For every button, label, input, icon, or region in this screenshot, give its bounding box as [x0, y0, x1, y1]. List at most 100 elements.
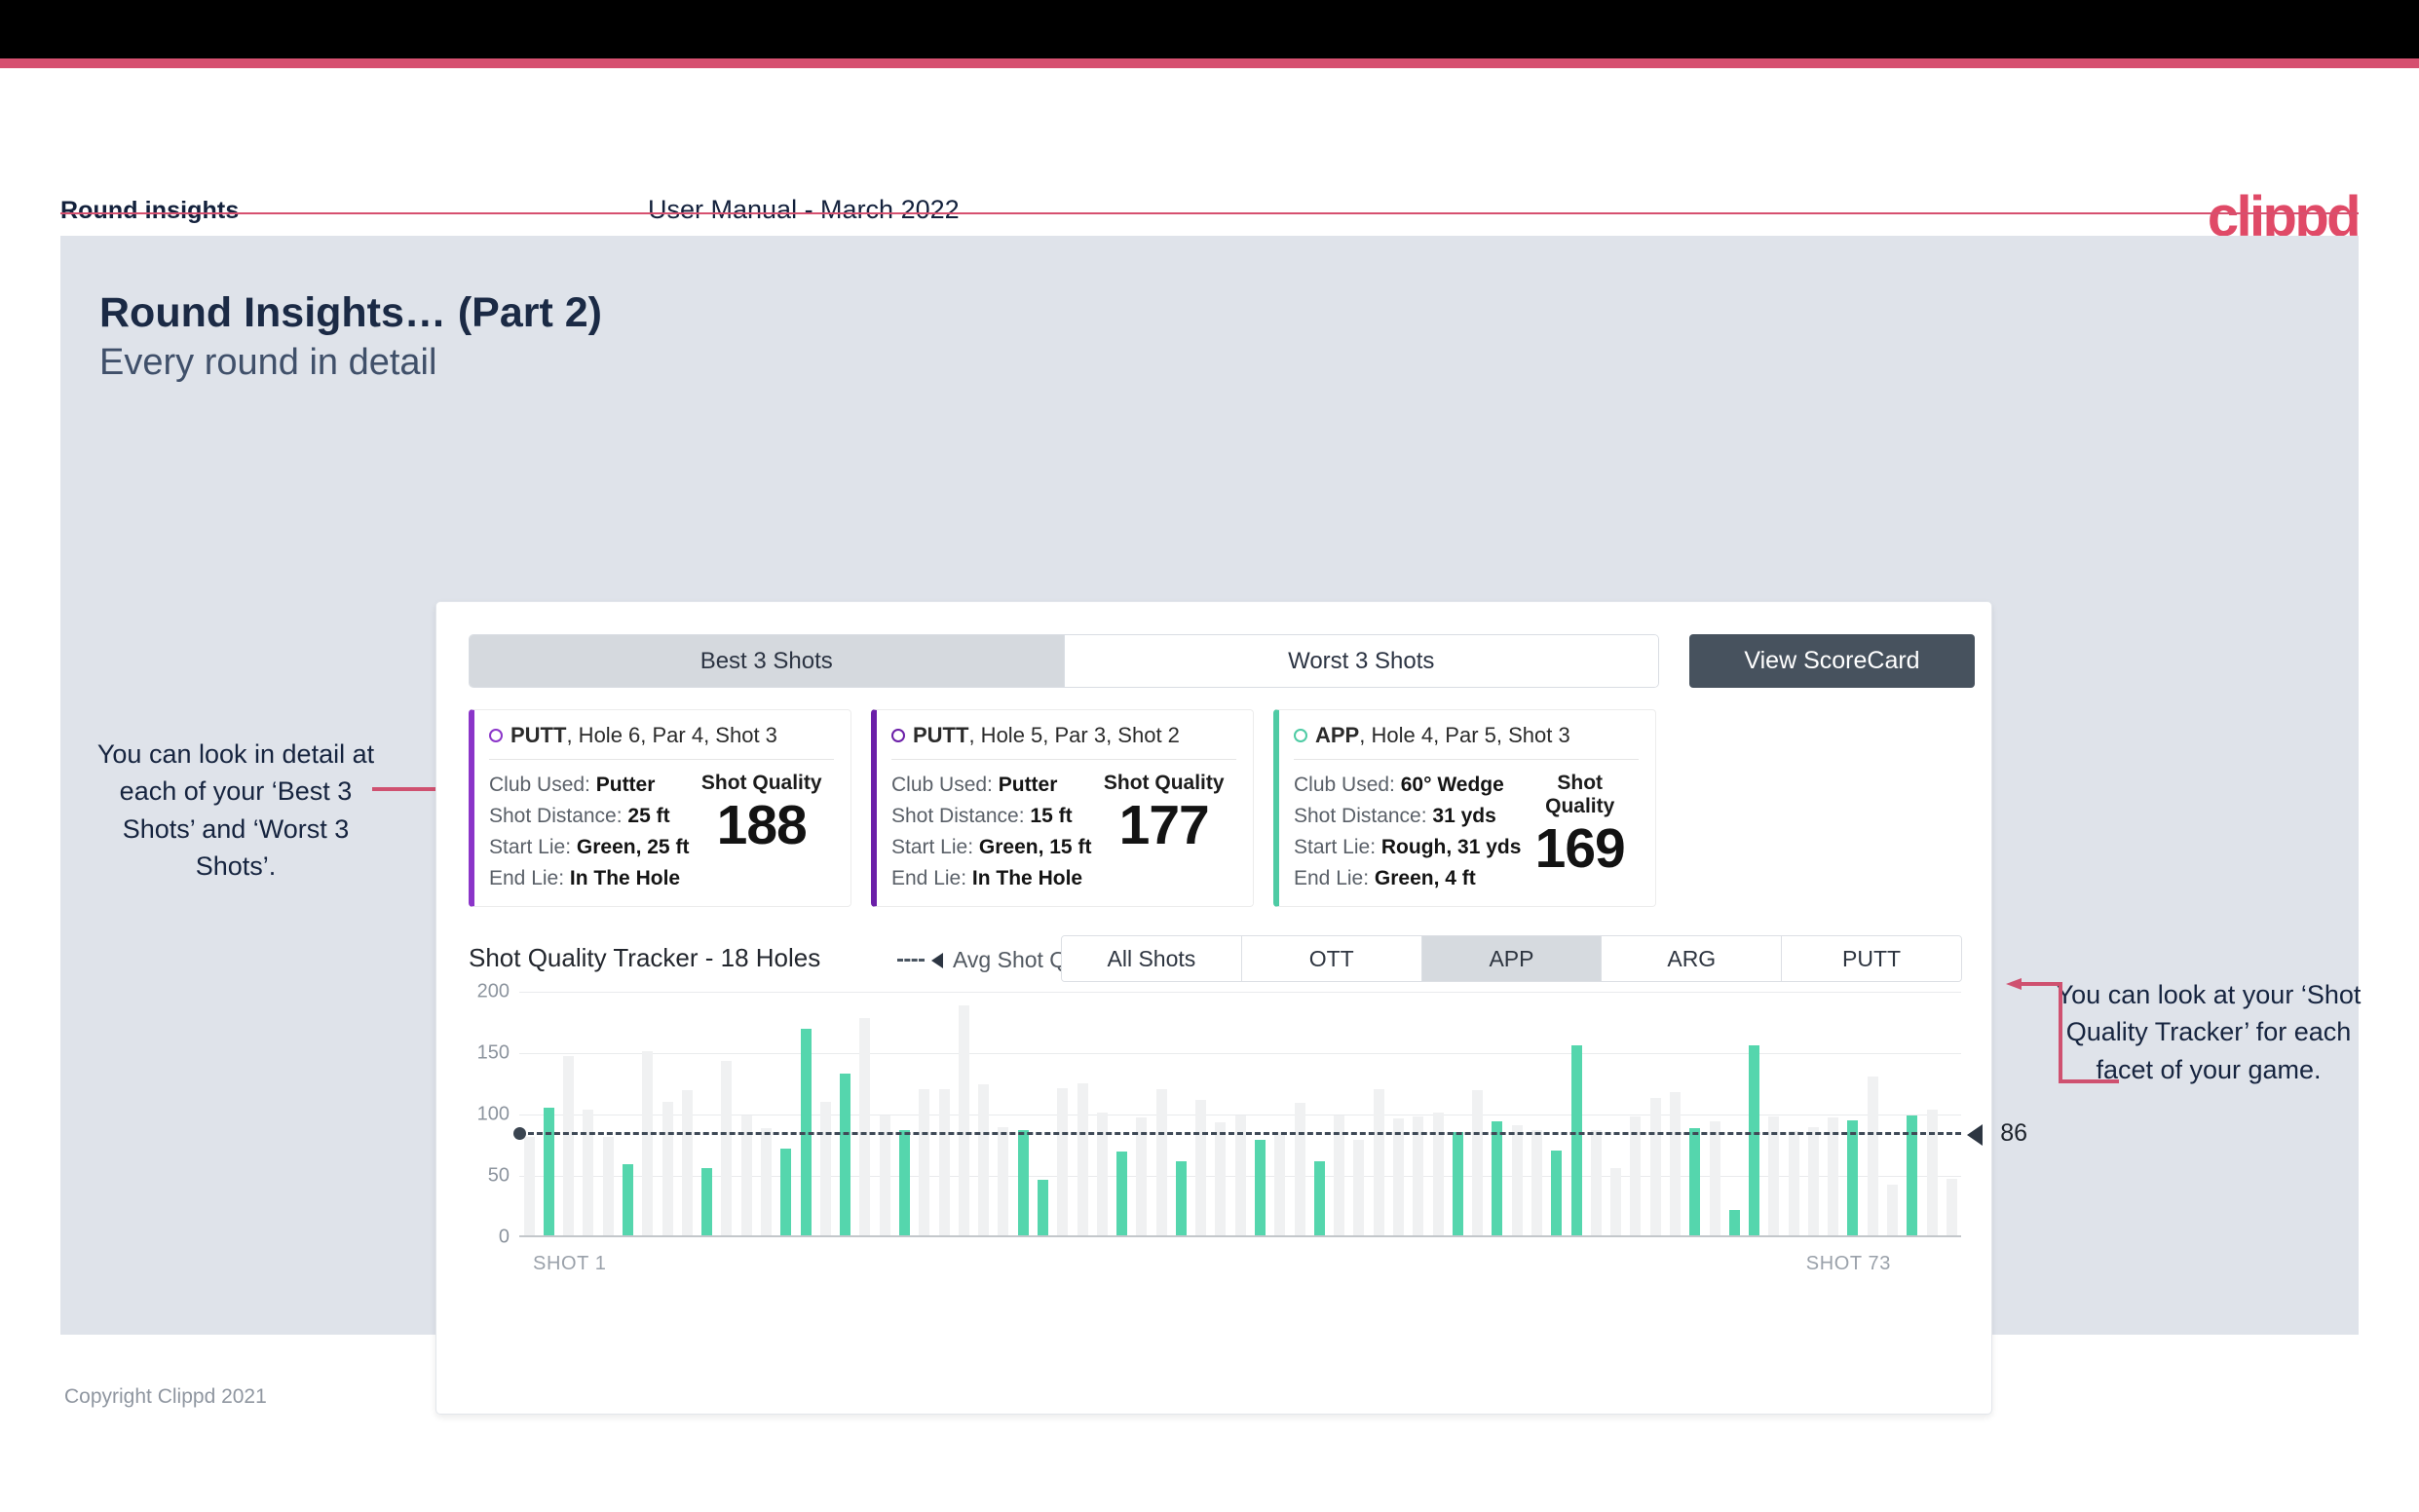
y-axis-tick: 200 [476, 980, 510, 1002]
shot-quality-block: Shot Quality 169 [1521, 770, 1639, 895]
chart-bar-slot [717, 992, 737, 1235]
shots-segmented-control[interactable]: Best 3 Shots Worst 3 Shots [469, 634, 1659, 688]
chart-bar[interactable] [1452, 1132, 1463, 1235]
chart-bar[interactable] [978, 1084, 990, 1235]
tab-best-3-shots[interactable]: Best 3 Shots [470, 635, 1065, 687]
chart-bar[interactable] [1136, 1117, 1148, 1235]
chart-bar[interactable] [761, 1128, 773, 1235]
facet-ring-icon [489, 729, 503, 742]
chart-bar[interactable] [1867, 1077, 1878, 1235]
chart-bar[interactable] [661, 1101, 673, 1235]
chart-bar[interactable] [998, 1127, 1009, 1235]
shot-card[interactable]: PUTT, Hole 5, Par 3, Shot 2 Club Used: P… [871, 709, 1254, 907]
club-used-value: 60° Wedge [1400, 774, 1504, 796]
chart-bar[interactable] [543, 1107, 554, 1235]
shot-card[interactable]: APP, Hole 4, Par 5, Shot 3 Club Used: 60… [1273, 709, 1656, 907]
chart-bar-slot [1309, 992, 1329, 1235]
chart-bar[interactable] [623, 1163, 634, 1235]
chart-bar[interactable] [1294, 1102, 1305, 1235]
chart-bar-slot [1013, 992, 1033, 1235]
chart-bar[interactable] [1195, 1100, 1207, 1235]
chart-bar[interactable] [523, 1137, 535, 1235]
chart-bar[interactable] [602, 1137, 614, 1235]
chart-bar[interactable] [1709, 1120, 1720, 1235]
chart-bar[interactable] [1353, 1139, 1365, 1235]
chart-bar[interactable] [819, 1101, 831, 1235]
facet-ring-icon [891, 729, 905, 742]
facet-button-ott[interactable]: OTT [1241, 936, 1422, 981]
facet-button-all-shots[interactable]: All Shots [1062, 936, 1242, 981]
chart-bar[interactable] [1472, 1090, 1484, 1235]
chart-bar[interactable] [1649, 1097, 1661, 1235]
chart-bar[interactable] [1373, 1089, 1384, 1235]
chart-bar[interactable] [1116, 1152, 1128, 1235]
chart-bar[interactable] [1590, 1129, 1602, 1235]
tracker-title: Shot Quality Tracker - 18 Holes [469, 943, 821, 972]
chart-bar[interactable] [1926, 1110, 1938, 1235]
facet-filter-group[interactable]: All Shots OTT APP ARG PUTT [1061, 935, 1962, 982]
shot-quality-label: Shot Quality [1103, 772, 1225, 794]
chart-bar-slot [1724, 992, 1744, 1235]
chart-bar[interactable] [1511, 1124, 1523, 1235]
chart-bar[interactable] [1551, 1151, 1563, 1235]
chart-bar[interactable] [938, 1089, 950, 1235]
chart-bar[interactable] [1215, 1122, 1227, 1235]
chart-bar[interactable] [1274, 1132, 1286, 1235]
chart-bar[interactable] [1393, 1118, 1405, 1235]
chart-bar[interactable] [1313, 1161, 1325, 1235]
chart-bar[interactable] [1492, 1120, 1503, 1235]
facet-button-app[interactable]: APP [1421, 936, 1603, 981]
chart-bar-slot [1764, 992, 1784, 1235]
chart-bar[interactable] [1788, 1130, 1799, 1235]
view-scorecard-button[interactable]: View ScoreCard [1689, 634, 1975, 688]
chart-bar[interactable] [1255, 1139, 1266, 1235]
facet-button-putt[interactable]: PUTT [1782, 936, 1961, 981]
chart-bar[interactable] [721, 1061, 733, 1235]
chart-bar[interactable] [1610, 1167, 1622, 1235]
shot-cards-row: PUTT, Hole 6, Par 4, Shot 3 Club Used: P… [469, 709, 1656, 907]
chart-bar[interactable] [1728, 1209, 1740, 1235]
page-subtitle: Every round in detail [99, 342, 437, 384]
chart-bar[interactable] [1689, 1128, 1701, 1235]
chart-bar[interactable] [1057, 1087, 1069, 1235]
chart-bar[interactable] [1570, 1044, 1582, 1235]
tab-worst-3-shots[interactable]: Worst 3 Shots [1064, 635, 1658, 687]
chart-bar[interactable] [780, 1148, 792, 1235]
chart-bar-slot [1349, 992, 1369, 1235]
start-lie-value: Green, 15 ft [978, 836, 1092, 859]
chart-bar[interactable] [919, 1089, 930, 1235]
chart-bar[interactable] [1749, 1044, 1760, 1235]
chart-bar[interactable] [898, 1129, 910, 1235]
chart-bar[interactable] [1155, 1089, 1167, 1235]
chart-bar[interactable] [840, 1073, 851, 1235]
chart-bar-slot [1409, 992, 1428, 1235]
chart-bars [519, 992, 1961, 1235]
chart-bar[interactable] [1037, 1180, 1048, 1235]
chart-bar-slot [1922, 992, 1942, 1235]
footer-copyright: Copyright Clippd 2021 [64, 1385, 267, 1408]
chart-bar[interactable] [1017, 1129, 1029, 1235]
chart-bar[interactable] [1946, 1179, 1957, 1235]
chart-bar[interactable] [701, 1167, 713, 1235]
chart-bar[interactable] [642, 1051, 654, 1235]
chart-bar[interactable] [681, 1090, 693, 1235]
chart-bar[interactable] [563, 1056, 575, 1235]
chart-bar[interactable] [583, 1110, 594, 1235]
chart-bar[interactable] [1669, 1091, 1681, 1235]
chart-bar-slot [1053, 992, 1073, 1235]
chart-bar-slot [658, 992, 677, 1235]
facet-button-arg[interactable]: ARG [1602, 936, 1783, 981]
shot-card[interactable]: PUTT, Hole 6, Par 4, Shot 3 Club Used: P… [469, 709, 851, 907]
chart-bar[interactable] [1887, 1185, 1899, 1235]
chart-bar[interactable] [1175, 1161, 1187, 1235]
chart-bar[interactable] [859, 1017, 871, 1235]
chart-bar-slot [559, 992, 579, 1235]
chart-bar[interactable] [1807, 1127, 1819, 1235]
chart-bar[interactable] [958, 1005, 969, 1235]
chart-bar[interactable] [1077, 1082, 1088, 1235]
header-divider [60, 212, 2359, 214]
chart-bar-slot [1112, 992, 1131, 1235]
chart-bar[interactable] [1847, 1119, 1859, 1235]
chart-bar[interactable] [1531, 1129, 1542, 1235]
chart-bar[interactable] [1828, 1117, 1839, 1235]
